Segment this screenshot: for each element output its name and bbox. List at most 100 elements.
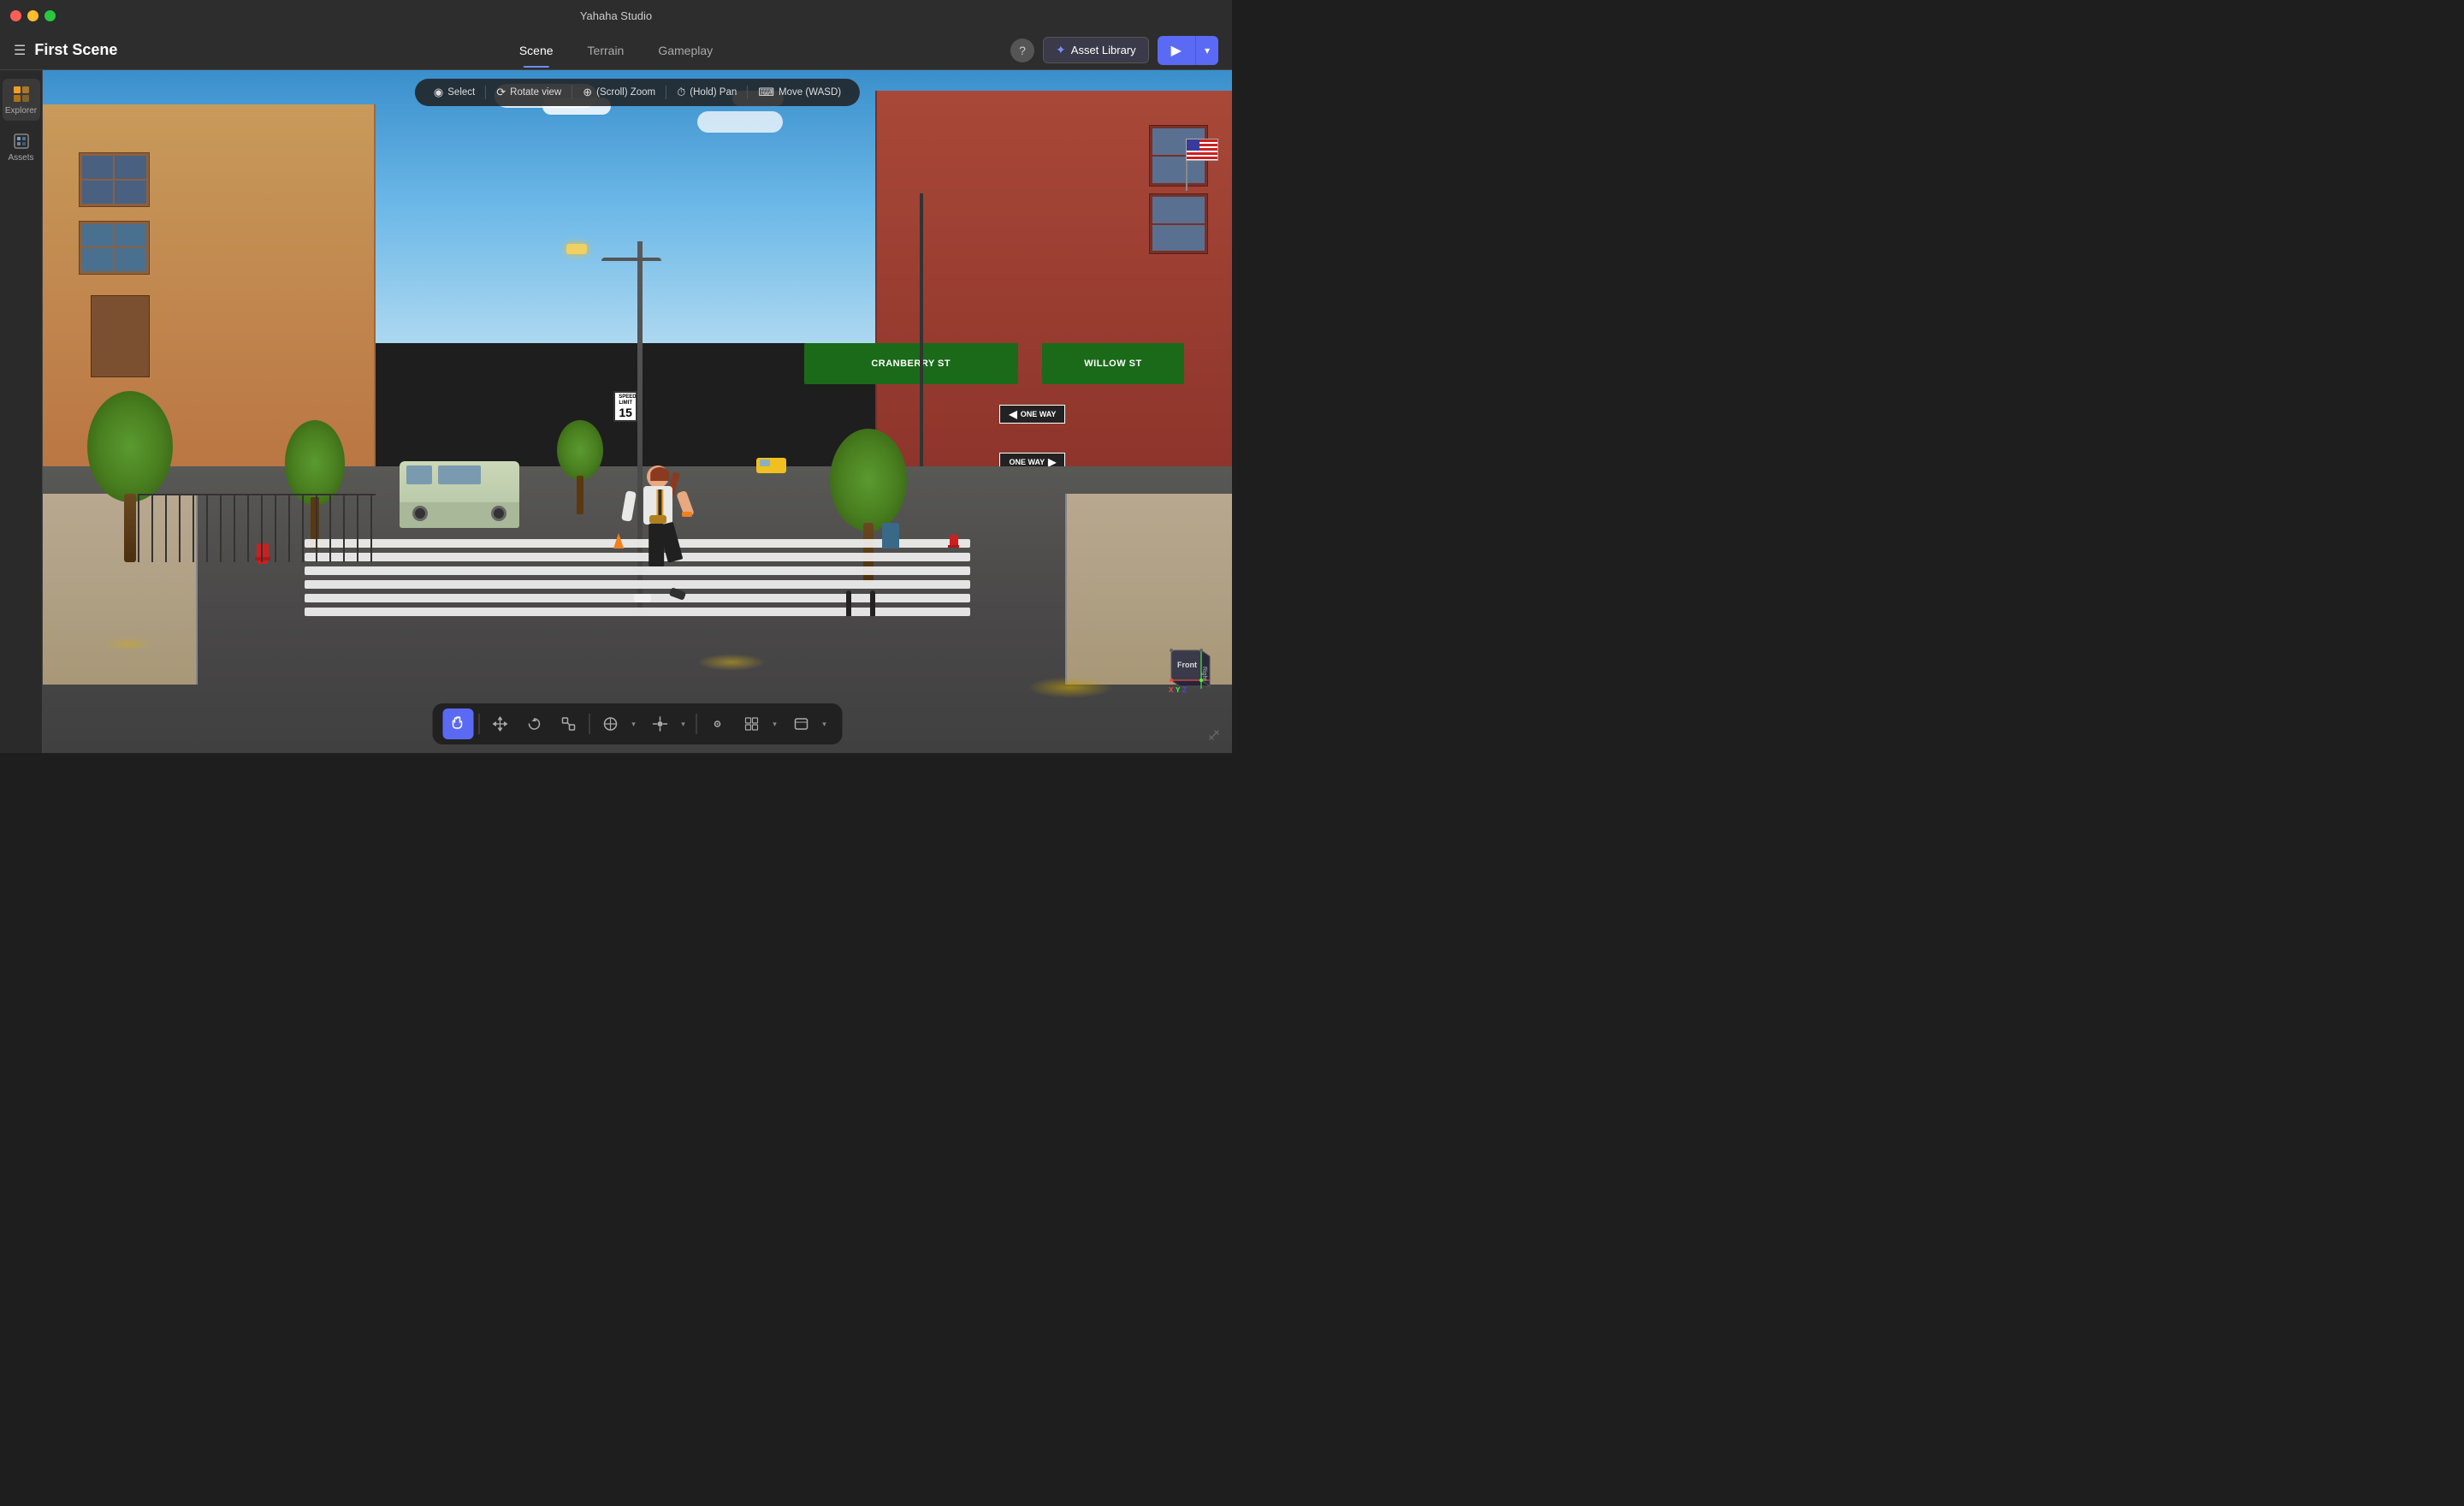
tab-scene[interactable]: Scene <box>504 39 569 62</box>
resize-handle[interactable] <box>1208 729 1220 741</box>
move-wasd-tool[interactable]: ⌨ Move (WASD) <box>751 83 848 102</box>
van <box>400 461 519 528</box>
frame-dropdown-arrow[interactable]: ▾ <box>817 709 832 739</box>
scale-icon <box>561 716 577 732</box>
move-icon <box>493 716 508 732</box>
scene-art: CRANBERRY ST WILLOW ST ◀ ONE WAY ONE WAY… <box>43 70 1232 753</box>
svg-text:Front: Front <box>1177 661 1197 669</box>
frame-tool-group: ▾ <box>786 709 832 739</box>
traffic-lights <box>10 10 56 21</box>
tab-terrain[interactable]: Terrain <box>572 39 640 62</box>
bottom-sep-3 <box>696 714 697 734</box>
maximize-button[interactable] <box>44 10 56 21</box>
sidebar-item-explorer[interactable]: Explorer <box>3 79 40 121</box>
orientation-cube[interactable]: Front Right X Y Z <box>1167 646 1218 697</box>
transform-tool-button[interactable] <box>595 709 626 739</box>
gizmo-tool-button[interactable] <box>645 709 676 739</box>
fence-left <box>138 494 376 562</box>
close-button[interactable] <box>10 10 21 21</box>
mailbox-right <box>882 523 899 548</box>
hand-tool-button[interactable] <box>443 709 474 739</box>
zoom-tool[interactable]: ⊕ (Scroll) Zoom <box>576 83 662 102</box>
tree-middle <box>554 420 606 514</box>
grid-dropdown-arrow[interactable]: ▾ <box>767 709 783 739</box>
play-button[interactable]: ▶ <box>1158 36 1195 65</box>
main-viewport[interactable]: CRANBERRY ST WILLOW ST ◀ ONE WAY ONE WAY… <box>43 70 1232 753</box>
viewport-container: Explorer Assets <box>0 70 1232 753</box>
pan-tool[interactable]: ⏱ (Hold) Pan <box>670 83 743 102</box>
frame-tool-button[interactable] <box>786 709 817 739</box>
chevron-down-icon-3: ▾ <box>773 720 777 729</box>
cranberry-st-label: CRANBERRY ST <box>871 359 951 369</box>
willow-sign-bg: WILLOW ST <box>1042 343 1185 384</box>
svg-text:X: X <box>1169 686 1174 693</box>
yellow-taxi <box>756 458 786 473</box>
grid-tool-group: ▾ <box>737 709 783 739</box>
titlebar: Yahaha Studio <box>0 0 1232 31</box>
chevron-down-icon-2: ▾ <box>681 720 685 729</box>
one-way-sign-1: ◀ ONE WAY <box>999 405 1065 424</box>
building-left-windows-2 <box>79 221 150 276</box>
scale-tool-button[interactable] <box>554 709 584 739</box>
leaves-3 <box>103 637 154 650</box>
explorer-label: Explorer <box>5 106 37 116</box>
transform-icon <box>603 716 619 732</box>
bottom-sep-2 <box>589 714 590 734</box>
orientation-cube-svg: Front Right X Y Z <box>1167 646 1214 693</box>
tool-separator-4 <box>747 86 748 99</box>
move-tool-button[interactable] <box>485 709 516 739</box>
hand-tool-group <box>443 709 474 739</box>
pivot-button[interactable] <box>702 709 733 739</box>
sidebar-item-assets[interactable]: Assets <box>3 126 40 168</box>
menu-icon[interactable]: ☰ <box>14 42 26 59</box>
rotate-tool-button[interactable] <box>519 709 550 739</box>
speed-limit-sign: SPEED LIMIT 15 <box>613 391 637 422</box>
transform-dropdown-arrow[interactable]: ▾ <box>626 709 642 739</box>
minimize-button[interactable] <box>27 10 38 21</box>
frame-icon <box>794 716 809 732</box>
main-toolbar: ☰ First Scene Scene Terrain Gameplay ? ✦… <box>0 31 1232 70</box>
gizmo-dropdown-arrow[interactable]: ▾ <box>676 709 691 739</box>
gizmo-tool-group: ▾ <box>645 709 691 739</box>
asset-library-label: Asset Library <box>1071 44 1136 56</box>
svg-text:Right: Right <box>1201 667 1207 680</box>
tab-gameplay[interactable]: Gameplay <box>643 39 728 62</box>
left-sidebar: Explorer Assets <box>0 70 43 753</box>
building-right-windows-2 <box>1149 193 1209 255</box>
assets-icon <box>11 131 32 151</box>
rotate-view-tool[interactable]: ⟳ Rotate view <box>489 83 568 102</box>
bollard-1 <box>870 590 875 616</box>
bottom-sep-1 <box>479 714 480 734</box>
streetlight-arm <box>601 258 661 261</box>
move-wasd-icon: ⌨ <box>758 86 774 99</box>
select-tool[interactable]: ◉ Select <box>427 83 482 102</box>
pan-icon: ⏱ <box>677 86 685 99</box>
cranberry-sign-bg: CRANBERRY ST <box>804 343 1018 384</box>
pivot-icon <box>710 716 726 732</box>
rotate-tool-group <box>519 709 550 739</box>
cloud-3 <box>697 111 783 133</box>
leaves-1 <box>697 654 766 671</box>
help-button[interactable]: ? <box>1010 39 1034 62</box>
resize-icon <box>1208 729 1220 741</box>
tab-bar: Scene Terrain Gameplay <box>504 39 728 62</box>
chevron-down-icon: ▾ <box>631 720 636 729</box>
gizmo-icon <box>653 716 668 732</box>
zoom-icon: ⊕ <box>583 86 592 99</box>
chevron-down-icon-4: ▾ <box>822 720 826 729</box>
grid-tool-button[interactable] <box>737 709 767 739</box>
play-button-group: ▶ ▾ <box>1158 36 1218 65</box>
building-left-windows <box>79 152 150 207</box>
asset-library-icon: ✦ <box>1056 43 1066 57</box>
transform-tool-group: ▾ <box>595 709 642 739</box>
fire-hydrant-right <box>950 535 958 548</box>
move-tool-group <box>485 709 516 739</box>
play-dropdown-button[interactable]: ▾ <box>1195 36 1218 65</box>
scene-title: First Scene <box>34 41 117 59</box>
leaves-2 <box>1028 677 1113 698</box>
svg-text:Y: Y <box>1176 686 1181 693</box>
tool-separator-1 <box>485 86 486 99</box>
asset-library-button[interactable]: ✦ Asset Library <box>1043 37 1149 63</box>
grid-icon <box>744 716 760 732</box>
scale-tool-group <box>554 709 584 739</box>
